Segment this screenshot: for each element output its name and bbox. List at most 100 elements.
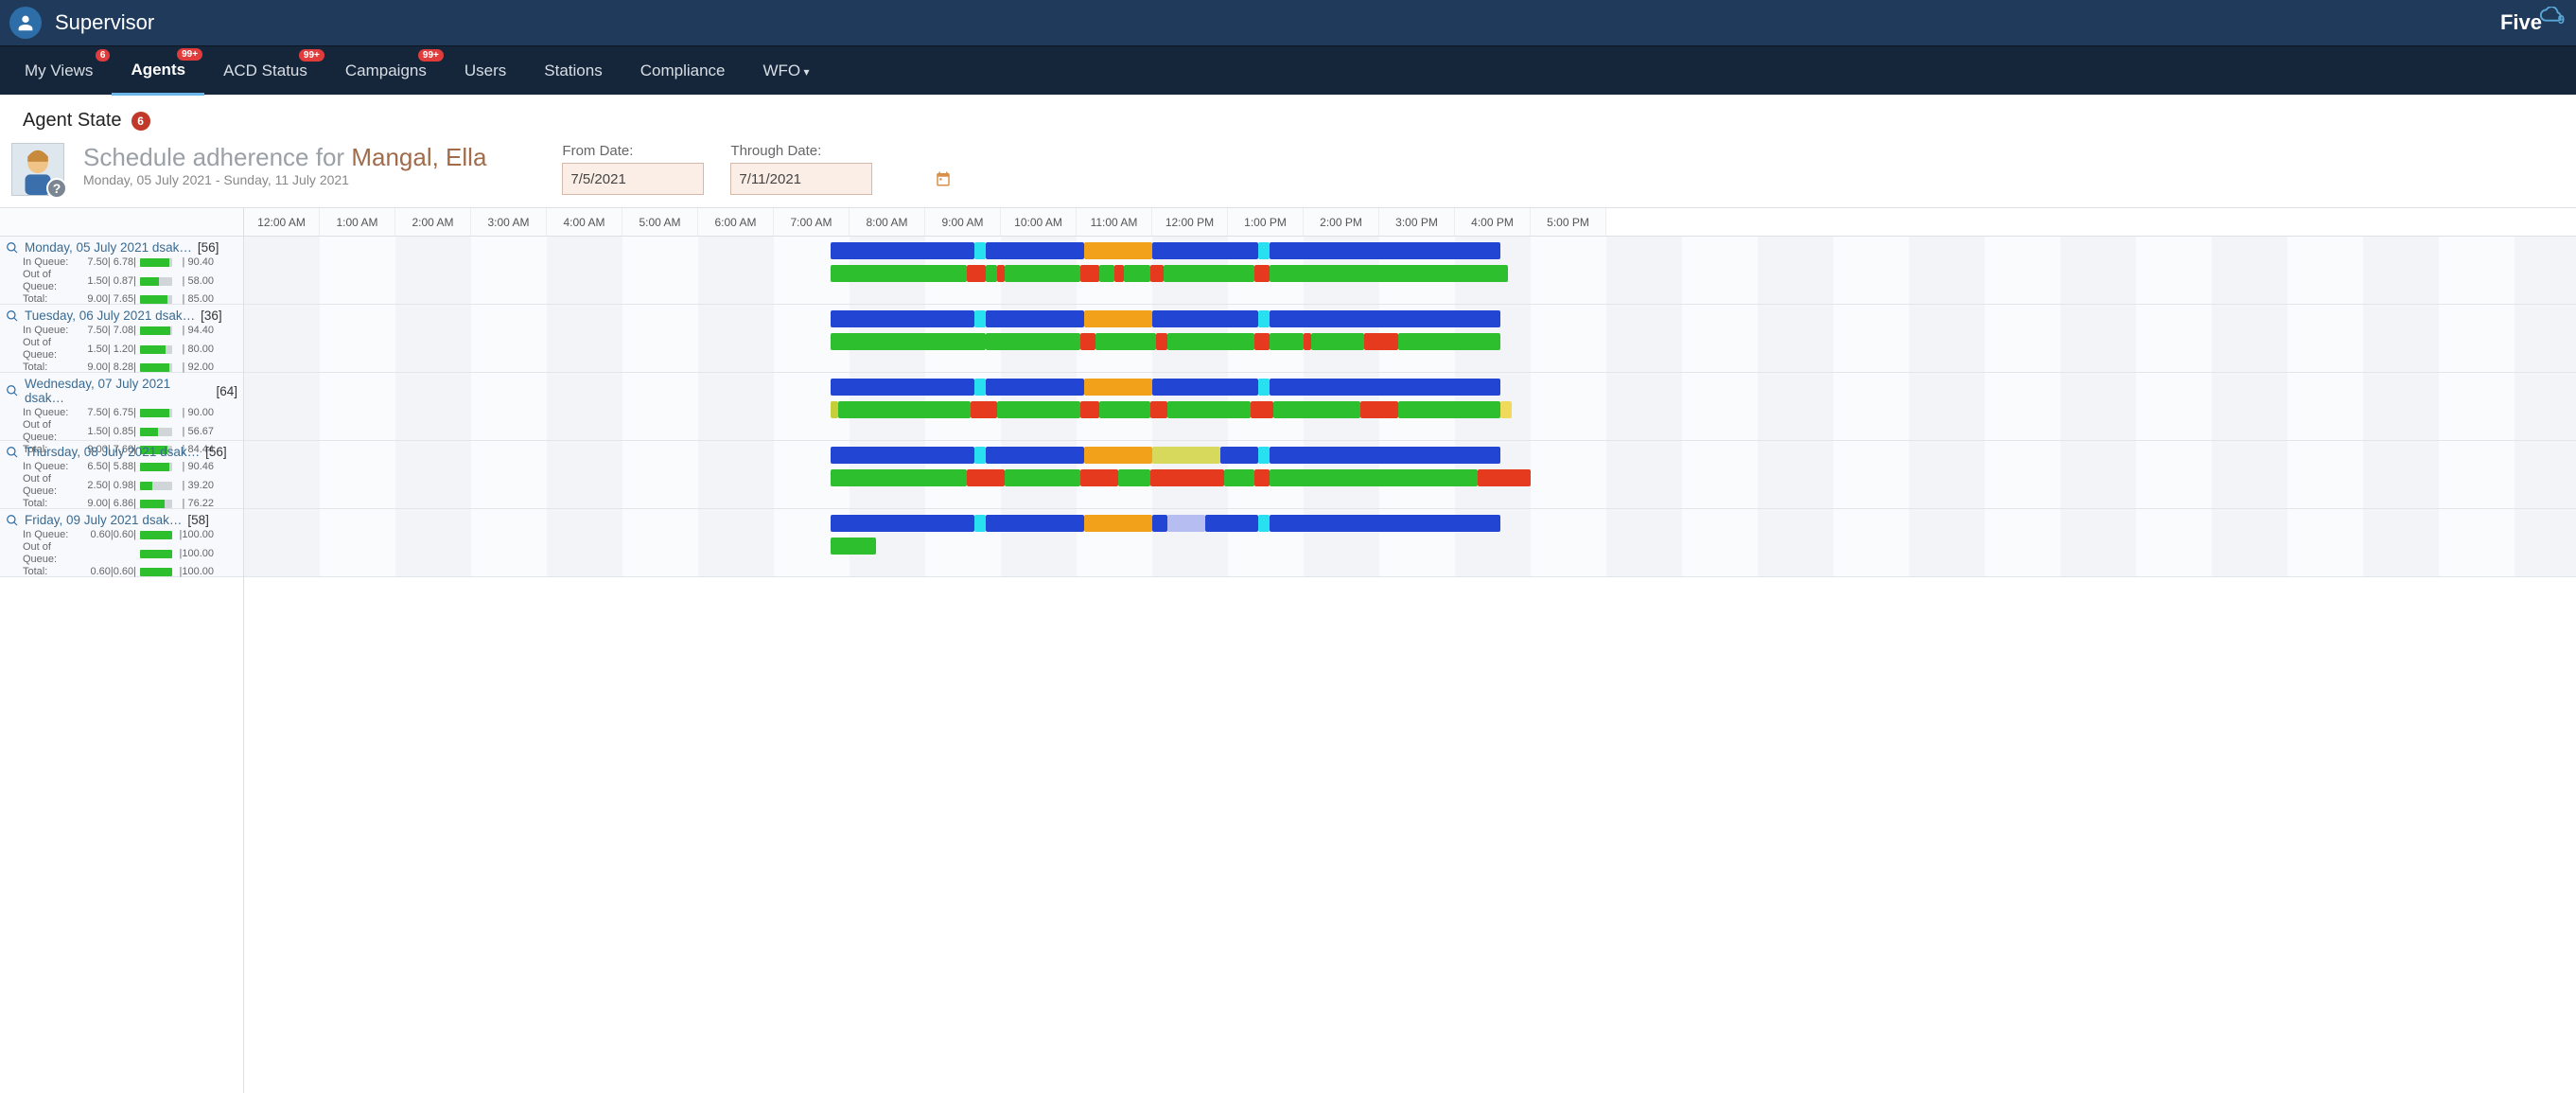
segment-olive[interactable] [831,401,838,418]
segment-cyan[interactable] [974,379,986,396]
segment-yolive[interactable] [1152,447,1220,464]
segment-green[interactable] [1005,265,1080,282]
segment-cyan[interactable] [1258,379,1270,396]
segment-green[interactable] [1124,265,1151,282]
segment-red[interactable] [967,469,1005,486]
from-date-input[interactable] [562,163,704,195]
segment-green[interactable] [831,265,967,282]
segment-green[interactable] [1270,469,1478,486]
segment-red[interactable] [1080,401,1099,418]
segment-red[interactable] [1254,333,1270,350]
segment-red[interactable] [1254,265,1270,282]
segment-green[interactable] [1118,469,1150,486]
magnifier-icon[interactable] [6,446,19,459]
segment-blue[interactable] [1270,379,1500,396]
segment-blue[interactable] [986,515,1084,532]
segment-blue[interactable] [1270,515,1500,532]
segment-blue[interactable] [831,515,974,532]
segment-blue[interactable] [1270,242,1500,259]
segment-cyan[interactable] [1258,515,1270,532]
segment-red[interactable] [1254,469,1270,486]
segment-blue[interactable] [986,447,1084,464]
segment-orange[interactable] [1084,310,1152,327]
segment-green[interactable] [997,401,1080,418]
segment-red[interactable] [997,265,1005,282]
day-summary-row[interactable]: Wednesday, 07 July 2021 dsak… [64]In Que… [0,373,243,441]
segment-green[interactable] [1099,401,1150,418]
segment-blue[interactable] [831,447,974,464]
segment-green[interactable] [986,265,997,282]
day-summary-row[interactable]: Monday, 05 July 2021 dsak… [56]In Queue:… [0,237,243,305]
segment-blue[interactable] [1270,447,1500,464]
segment-red[interactable] [1080,469,1118,486]
segment-cyan[interactable] [1258,242,1270,259]
day-summary-row[interactable]: Thursday, 08 July 2021 dsak… [56]In Queu… [0,441,243,509]
segment-green[interactable] [1005,469,1080,486]
magnifier-icon[interactable] [6,241,19,255]
segment-green[interactable] [1273,401,1360,418]
magnifier-icon[interactable] [6,514,19,527]
tab-agents[interactable]: Agents99+ [112,46,204,96]
segment-orange[interactable] [1084,515,1152,532]
segment-blue[interactable] [1220,447,1258,464]
segment-cyan[interactable] [1258,447,1270,464]
magnifier-icon[interactable] [6,309,19,323]
segment-blue[interactable] [986,310,1084,327]
segment-green[interactable] [1398,401,1500,418]
segment-red[interactable] [971,401,997,418]
segment-blue[interactable] [1152,515,1167,532]
segment-red[interactable] [1150,401,1167,418]
segment-green[interactable] [1398,333,1500,350]
segment-cyan[interactable] [1258,310,1270,327]
segment-green[interactable] [1270,265,1508,282]
segment-orange[interactable] [1084,379,1152,396]
magnifier-icon[interactable] [6,384,19,397]
tab-my-views[interactable]: My Views6 [6,47,112,94]
segment-green[interactable] [1167,333,1254,350]
calendar-icon[interactable] [935,170,952,187]
segment-green[interactable] [1099,265,1114,282]
tab-campaigns[interactable]: Campaigns99+ [326,47,446,94]
segment-cyan[interactable] [974,447,986,464]
segment-blue[interactable] [1205,515,1258,532]
segment-red[interactable] [1478,469,1531,486]
segment-red[interactable] [1156,333,1167,350]
day-summary-row[interactable]: Friday, 09 July 2021 dsak… [58]In Queue:… [0,509,243,577]
segment-green[interactable] [986,333,1080,350]
segment-green[interactable] [1224,469,1254,486]
segment-blue[interactable] [986,242,1084,259]
segment-red[interactable] [1150,265,1164,282]
through-date-input[interactable] [730,163,872,195]
segment-red[interactable] [1360,401,1398,418]
segment-cyan[interactable] [974,515,986,532]
segment-blue[interactable] [831,310,974,327]
tab-users[interactable]: Users [446,47,525,94]
day-summary-row[interactable]: Tuesday, 06 July 2021 dsak… [36]In Queue… [0,305,243,373]
segment-green[interactable] [831,469,967,486]
segment-green[interactable] [1311,333,1364,350]
segment-red[interactable] [1364,333,1398,350]
segment-blue[interactable] [831,379,974,396]
segment-blue[interactable] [1270,310,1500,327]
segment-red[interactable] [1080,265,1099,282]
segment-green[interactable] [1270,333,1304,350]
segment-blue[interactable] [1152,310,1258,327]
segment-green[interactable] [831,538,876,555]
segment-red[interactable] [1304,333,1311,350]
segment-green[interactable] [838,401,971,418]
segment-red[interactable] [967,265,986,282]
segment-red[interactable] [1114,265,1124,282]
segment-lav[interactable] [1167,515,1205,532]
tab-acd-status[interactable]: ACD Status99+ [204,47,326,94]
segment-green[interactable] [1167,401,1251,418]
segment-red[interactable] [1080,333,1095,350]
segment-blue[interactable] [986,379,1084,396]
segment-green[interactable] [831,333,986,350]
tab-compliance[interactable]: Compliance [622,47,745,94]
through-date-value[interactable] [731,171,935,187]
segment-red[interactable] [1251,401,1273,418]
help-icon[interactable]: ? [46,178,67,199]
segment-green[interactable] [1164,265,1254,282]
segment-yellow[interactable] [1500,401,1512,418]
timeline-scroll[interactable]: 12:00 AM1:00 AM2:00 AM3:00 AM4:00 AM5:00… [244,208,2576,1093]
